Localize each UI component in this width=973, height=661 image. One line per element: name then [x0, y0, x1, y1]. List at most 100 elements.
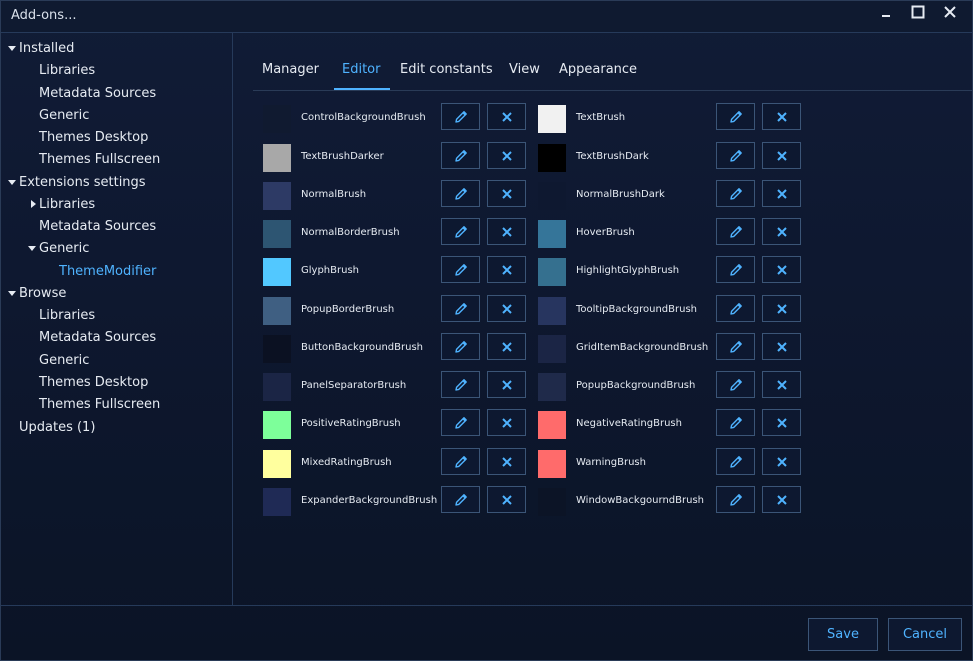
remove-brush-button[interactable]	[487, 448, 526, 475]
edit-brush-button[interactable]	[716, 486, 755, 513]
color-swatch[interactable]	[263, 258, 291, 286]
color-swatch[interactable]	[538, 220, 566, 248]
edit-brush-button[interactable]	[441, 103, 480, 130]
brush-name: MixedRatingBrush	[301, 457, 392, 468]
edit-brush-button[interactable]	[441, 256, 480, 283]
tree-extensions-generic[interactable]: Generic	[39, 239, 89, 259]
tree-installed-themes-fullscreen[interactable]: Themes Fullscreen	[39, 150, 160, 170]
color-swatch[interactable]	[538, 488, 566, 516]
color-swatch[interactable]	[263, 144, 291, 172]
edit-brush-button[interactable]	[441, 142, 480, 169]
remove-brush-button[interactable]	[762, 333, 801, 360]
color-swatch[interactable]	[538, 182, 566, 210]
tree-browse-themes-fullscreen[interactable]: Themes Fullscreen	[39, 395, 160, 415]
edit-brush-button[interactable]	[716, 295, 755, 322]
tree-browse-generic[interactable]: Generic	[39, 351, 89, 371]
edit-brush-button[interactable]	[441, 409, 480, 436]
remove-brush-button[interactable]	[487, 409, 526, 436]
remove-brush-button[interactable]	[487, 486, 526, 513]
tree-installed-themes-desktop[interactable]: Themes Desktop	[39, 128, 148, 148]
maximize-button[interactable]	[905, 5, 931, 27]
remove-brush-button[interactable]	[487, 218, 526, 245]
remove-brush-button[interactable]	[762, 295, 801, 322]
remove-brush-button[interactable]	[762, 256, 801, 283]
tab-appearance[interactable]: Appearance	[559, 62, 637, 77]
edit-brush-button[interactable]	[441, 180, 480, 207]
remove-brush-button[interactable]	[487, 180, 526, 207]
tree-installed[interactable]: Installed	[19, 39, 74, 59]
edit-brush-button[interactable]	[441, 371, 480, 398]
tree-installed-libraries[interactable]: Libraries	[39, 61, 95, 81]
remove-brush-button[interactable]	[487, 103, 526, 130]
tree-extensions-libraries[interactable]: Libraries	[39, 195, 95, 215]
tab-view[interactable]: View	[509, 62, 540, 77]
save-button[interactable]: Save	[808, 618, 878, 651]
edit-brush-button[interactable]	[716, 103, 755, 130]
color-swatch[interactable]	[538, 450, 566, 478]
edit-brush-button[interactable]	[441, 486, 480, 513]
edit-brush-button[interactable]	[716, 256, 755, 283]
tree-browse[interactable]: Browse	[19, 284, 66, 304]
tree-browse-themes-desktop[interactable]: Themes Desktop	[39, 373, 148, 393]
color-swatch[interactable]	[263, 335, 291, 363]
tree-installed-metadata[interactable]: Metadata Sources	[39, 84, 156, 104]
edit-brush-button[interactable]	[716, 142, 755, 169]
color-swatch[interactable]	[538, 335, 566, 363]
color-swatch[interactable]	[263, 411, 291, 439]
edit-brush-button[interactable]	[716, 333, 755, 360]
tab-editor[interactable]: Editor	[342, 62, 380, 77]
color-swatch[interactable]	[263, 373, 291, 401]
edit-brush-button[interactable]	[441, 295, 480, 322]
remove-brush-button[interactable]	[762, 486, 801, 513]
remove-brush-button[interactable]	[762, 448, 801, 475]
tab-manager[interactable]: Manager	[262, 62, 319, 77]
remove-brush-button[interactable]	[487, 371, 526, 398]
remove-brush-button[interactable]	[762, 218, 801, 245]
color-swatch[interactable]	[263, 182, 291, 210]
remove-brush-button[interactable]	[487, 142, 526, 169]
expand-arrow-icon[interactable]	[8, 180, 16, 185]
tree-installed-generic[interactable]: Generic	[39, 106, 89, 126]
expand-arrow-icon[interactable]	[8, 46, 16, 51]
remove-brush-button[interactable]	[762, 371, 801, 398]
edit-brush-button[interactable]	[441, 333, 480, 360]
expand-arrow-icon[interactable]	[8, 291, 16, 296]
edit-brush-button[interactable]	[716, 180, 755, 207]
minimize-button[interactable]	[873, 5, 899, 27]
tree-browse-metadata[interactable]: Metadata Sources	[39, 328, 156, 348]
edit-brush-button[interactable]	[716, 218, 755, 245]
color-swatch[interactable]	[263, 297, 291, 325]
edit-brush-button[interactable]	[716, 409, 755, 436]
color-swatch[interactable]	[538, 258, 566, 286]
color-swatch[interactable]	[538, 105, 566, 133]
expand-arrow-icon[interactable]	[28, 246, 36, 251]
edit-brush-button[interactable]	[716, 371, 755, 398]
color-swatch[interactable]	[263, 220, 291, 248]
remove-brush-button[interactable]	[762, 103, 801, 130]
color-swatch[interactable]	[538, 144, 566, 172]
edit-brush-button[interactable]	[716, 448, 755, 475]
tree-updates[interactable]: Updates (1)	[19, 418, 95, 438]
remove-brush-button[interactable]	[487, 256, 526, 283]
remove-brush-button[interactable]	[487, 295, 526, 322]
tree-extensions-metadata[interactable]: Metadata Sources	[39, 217, 156, 237]
cancel-button[interactable]: Cancel	[888, 618, 962, 651]
remove-brush-button[interactable]	[762, 142, 801, 169]
remove-brush-button[interactable]	[762, 409, 801, 436]
tree-browse-libraries[interactable]: Libraries	[39, 306, 95, 326]
color-swatch[interactable]	[263, 105, 291, 133]
tree-theme-modifier[interactable]: ThemeModifier	[59, 262, 156, 282]
remove-brush-button[interactable]	[762, 180, 801, 207]
close-button[interactable]	[937, 5, 963, 27]
remove-brush-button[interactable]	[487, 333, 526, 360]
color-swatch[interactable]	[538, 297, 566, 325]
color-swatch[interactable]	[538, 411, 566, 439]
tree-extensions-settings[interactable]: Extensions settings	[19, 173, 146, 193]
color-swatch[interactable]	[263, 450, 291, 478]
color-swatch[interactable]	[538, 373, 566, 401]
tab-edit-constants[interactable]: Edit constants	[400, 62, 493, 77]
edit-brush-button[interactable]	[441, 218, 480, 245]
color-swatch[interactable]	[263, 488, 291, 516]
edit-brush-button[interactable]	[441, 448, 480, 475]
collapse-arrow-icon[interactable]	[31, 200, 36, 208]
